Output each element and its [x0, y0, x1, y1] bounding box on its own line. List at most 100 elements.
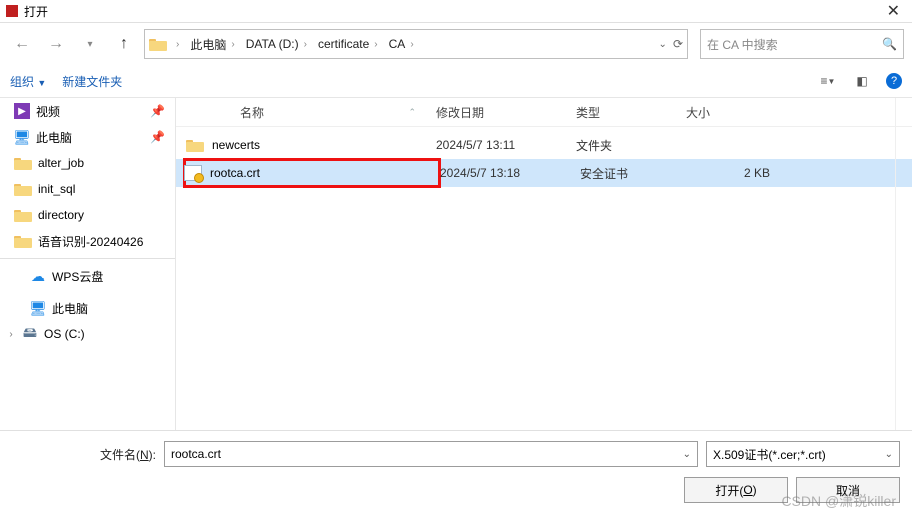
- column-headers: 名称 ⌃ 修改日期 类型 大小: [176, 98, 912, 127]
- file-type: 安全证书: [580, 165, 690, 182]
- sidebar-item-label: 此电脑: [52, 300, 88, 317]
- breadcrumb-item[interactable]: certificate›: [316, 35, 383, 53]
- filetype-filter[interactable]: X.509证书(*.cer;*.crt) ⌄: [706, 441, 900, 467]
- breadcrumb-item[interactable]: DATA (D:)›: [244, 35, 312, 53]
- column-label: 类型: [576, 106, 600, 120]
- drive-icon: 🖴: [22, 326, 38, 342]
- chevron-right-icon[interactable]: ›: [171, 37, 184, 52]
- window-title: 打开: [24, 3, 881, 20]
- filter-value: X.509证书(*.cer;*.crt): [713, 446, 826, 463]
- dropdown-history[interactable]: ▾: [76, 30, 104, 58]
- sidebar-item-osc[interactable]: › 🖴 OS (C:): [0, 321, 175, 347]
- column-name[interactable]: 名称 ⌃: [186, 104, 436, 121]
- forward-button: →: [42, 30, 70, 58]
- sort-indicator-icon: ⌃: [408, 107, 416, 118]
- divider: [0, 258, 175, 259]
- file-type: 文件夹: [576, 137, 686, 154]
- cancel-button[interactable]: 取消: [796, 477, 900, 503]
- cloud-icon: ☁: [30, 268, 46, 284]
- folder-icon: [186, 138, 204, 152]
- sidebar-item-thispc2[interactable]: 🖥 此电脑: [0, 295, 175, 321]
- new-folder-button[interactable]: 新建文件夹: [62, 73, 122, 90]
- certificate-icon: [184, 165, 202, 181]
- column-size[interactable]: 大小: [686, 104, 766, 121]
- folder-icon: [149, 37, 167, 51]
- scrollbar[interactable]: [895, 98, 912, 430]
- chevron-down-icon[interactable]: ⌄: [659, 39, 667, 50]
- view-options-icon[interactable]: ≡ ▼: [818, 71, 838, 91]
- chevron-down-icon[interactable]: ⌄: [683, 449, 691, 460]
- footer: 文件名(N): rootca.crt ⌄ X.509证书(*.cer;*.crt…: [0, 430, 912, 511]
- sidebar-item-video[interactable]: ▶ 视频 📌: [0, 98, 175, 124]
- cancel-label: 取消: [836, 482, 860, 499]
- chevron-right-icon: ›: [301, 39, 310, 50]
- sidebar-item-label: alter_job: [38, 156, 84, 170]
- toolbar: 组织 ▼ 新建文件夹 ≡ ▼ ◧ ?: [0, 65, 912, 98]
- sidebar-item-label: 此电脑: [36, 129, 72, 146]
- sidebar-item-initsql[interactable]: init_sql: [0, 176, 175, 202]
- breadcrumb-label: DATA (D:): [246, 37, 299, 51]
- breadcrumb-item[interactable]: 此电脑›: [188, 34, 239, 55]
- file-name: rootca.crt: [210, 166, 260, 180]
- file-row[interactable]: newcerts 2024/5/7 13:11 文件夹: [176, 131, 912, 159]
- column-label: 名称: [240, 104, 264, 121]
- pin-icon: 📌: [150, 130, 165, 144]
- titlebar: 打开 ✕: [0, 0, 912, 23]
- file-row[interactable]: rootca.crt 2024/5/7 13:18 安全证书 2 KB: [176, 159, 912, 187]
- up-button[interactable]: ↑: [110, 30, 138, 58]
- sidebar: ▶ 视频 📌 🖥 此电脑 📌 alter_job init_sql direct…: [0, 98, 176, 430]
- file-modified: 2024/5/7 13:11: [436, 138, 576, 152]
- help-icon[interactable]: ?: [886, 73, 902, 89]
- sidebar-item-speech[interactable]: 语音识别-20240426: [0, 228, 175, 254]
- open-button[interactable]: 打开(O): [684, 477, 788, 503]
- folder-icon: [14, 182, 32, 196]
- breadcrumb-label: CA: [389, 37, 406, 51]
- chevron-down-icon[interactable]: ⌄: [885, 449, 893, 460]
- file-list-pane: 名称 ⌃ 修改日期 类型 大小 newcerts 2024/5/7 13:11 …: [176, 98, 912, 430]
- sidebar-item-label: 视频: [36, 103, 60, 120]
- file-modified: 2024/5/7 13:18: [440, 166, 580, 180]
- column-modified[interactable]: 修改日期: [436, 104, 576, 121]
- back-button[interactable]: ←: [8, 30, 36, 58]
- folder-icon: [14, 156, 32, 170]
- sidebar-item-thispc[interactable]: 🖥 此电脑 📌: [0, 124, 175, 150]
- sidebar-item-label: WPS云盘: [52, 268, 103, 285]
- sidebar-item-wps[interactable]: ☁ WPS云盘: [0, 263, 175, 289]
- column-label: 大小: [686, 106, 710, 120]
- sidebar-item-label: OS (C:): [44, 327, 85, 341]
- sidebar-item-label: init_sql: [38, 182, 75, 196]
- close-icon[interactable]: ✕: [881, 1, 906, 21]
- sidebar-item-alterjob[interactable]: alter_job: [0, 150, 175, 176]
- expander-icon[interactable]: ›: [6, 329, 16, 340]
- breadcrumb-item[interactable]: CA›: [387, 35, 419, 53]
- filename-value: rootca.crt: [171, 447, 221, 461]
- breadcrumb-label: 此电脑: [190, 36, 226, 53]
- chevron-down-icon: ▼: [37, 78, 46, 88]
- address-bar[interactable]: › 此电脑› DATA (D:)› certificate› CA› ⌄ ⟳: [144, 29, 688, 59]
- pin-icon: 📌: [150, 104, 165, 118]
- search-icon: 🔍: [882, 37, 897, 51]
- filename-label: 文件名(N):: [100, 446, 156, 463]
- column-label: 修改日期: [436, 106, 484, 120]
- app-icon: [6, 5, 18, 17]
- file-size: 2 KB: [690, 166, 780, 180]
- chevron-right-icon: ›: [228, 39, 237, 50]
- main: ▶ 视频 📌 🖥 此电脑 📌 alter_job init_sql direct…: [0, 98, 912, 430]
- search-placeholder: 在 CA 中搜索: [707, 36, 778, 53]
- search-input[interactable]: 在 CA 中搜索 🔍: [700, 29, 904, 59]
- breadcrumb-label: certificate: [318, 37, 369, 51]
- sidebar-item-label: directory: [38, 208, 84, 222]
- refresh-icon[interactable]: ⟳: [673, 37, 683, 51]
- monitor-icon: 🖥: [14, 129, 30, 145]
- column-type[interactable]: 类型: [576, 104, 686, 121]
- video-icon: ▶: [14, 103, 30, 119]
- folder-icon: [14, 208, 32, 222]
- monitor-icon: 🖥: [30, 300, 46, 316]
- organize-menu[interactable]: 组织 ▼: [10, 73, 46, 90]
- file-name: newcerts: [212, 138, 260, 152]
- navbar: ← → ▾ ↑ › 此电脑› DATA (D:)› certificate› C…: [0, 23, 912, 65]
- filename-input[interactable]: rootca.crt ⌄: [164, 441, 698, 467]
- file-list[interactable]: newcerts 2024/5/7 13:11 文件夹 rootca.crt 2…: [176, 127, 912, 430]
- preview-pane-icon[interactable]: ◧: [852, 71, 872, 91]
- sidebar-item-directory[interactable]: directory: [0, 202, 175, 228]
